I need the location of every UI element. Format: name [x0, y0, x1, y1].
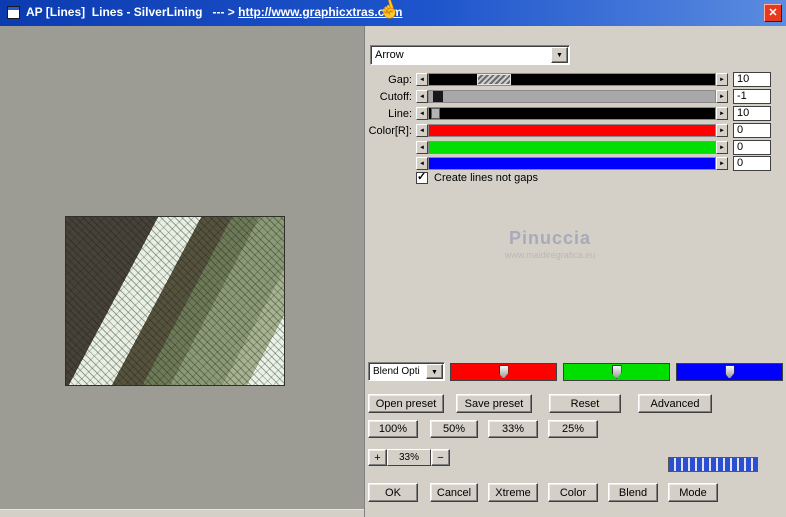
xtreme-button[interactable]: Xtreme: [488, 483, 538, 502]
window-title: AP [Lines] Lines - SilverLining --- > ht…: [26, 5, 402, 19]
slider-row-gap: Gap: ◄ ► 10: [364, 72, 774, 87]
reset-button[interactable]: Reset: [549, 394, 621, 413]
create-lines-checkbox-label: Create lines not gaps: [434, 172, 538, 184]
slider-row-color-b: ◄ ► 0: [364, 156, 774, 171]
color-b-right-arrow-button[interactable]: ►: [716, 157, 728, 170]
gap-value-field[interactable]: 10: [733, 72, 771, 87]
color-r-left-arrow-button[interactable]: ◄: [416, 124, 428, 137]
gap-left-arrow-button[interactable]: ◄: [416, 73, 428, 86]
chevron-down-icon[interactable]: ▼: [426, 364, 443, 379]
slider-row-line: Line: ◄ ► 10: [364, 106, 774, 121]
checkmark-icon: ✓: [417, 171, 427, 183]
zoom-33-button[interactable]: 33%: [488, 420, 538, 438]
color-b-left-arrow-button[interactable]: ◄: [416, 157, 428, 170]
line-right-arrow-button[interactable]: ►: [716, 107, 728, 120]
green-channel-bar[interactable]: [563, 363, 670, 381]
cutoff-slider-thumb[interactable]: [433, 91, 443, 102]
plugin-dialog-window: AP [Lines] Lines - SilverLining --- > ht…: [0, 0, 786, 517]
blue-channel-slider-thumb[interactable]: [724, 365, 735, 379]
zoom-50-button[interactable]: 50%: [430, 420, 478, 438]
advanced-button[interactable]: Advanced: [638, 394, 712, 413]
line-value-field[interactable]: 10: [733, 106, 771, 121]
shape-dropdown[interactable]: Arrow ▼: [370, 45, 570, 65]
hand-cursor-icon: ☝: [375, 0, 403, 22]
open-preset-button[interactable]: Open preset: [368, 394, 444, 413]
color-button[interactable]: Color: [548, 483, 598, 502]
watermark-name: Pinuccia: [508, 228, 592, 248]
slider-row-color-r: Color[R]: ◄ ► 0: [364, 123, 774, 138]
line-slider-label: Line:: [388, 108, 412, 120]
color-r-slider-label: Color[R]:: [368, 125, 412, 137]
zoom-100-button[interactable]: 100%: [368, 420, 418, 438]
color-g-slider-track[interactable]: [428, 141, 716, 154]
cancel-button[interactable]: Cancel: [430, 483, 478, 502]
cutoff-right-arrow-button[interactable]: ►: [716, 90, 728, 103]
red-channel-slider-thumb[interactable]: [498, 365, 509, 379]
app-icon: [7, 6, 20, 19]
progress-meter: [668, 457, 758, 472]
color-b-slider-track[interactable]: [428, 157, 716, 170]
line-left-arrow-button[interactable]: ◄: [416, 107, 428, 120]
slider-row-cutoff: Cutoff: ◄ ► -1: [364, 89, 774, 104]
dialog-bottom-frame: [0, 509, 364, 517]
chevron-down-icon[interactable]: ▼: [551, 47, 568, 63]
cutoff-slider-track[interactable]: [428, 90, 716, 103]
color-g-left-arrow-button[interactable]: ◄: [416, 141, 428, 154]
cutoff-value-field[interactable]: -1: [733, 89, 771, 104]
blue-channel-bar[interactable]: [676, 363, 783, 381]
line-slider-track[interactable]: [428, 107, 716, 120]
zoom-out-button[interactable]: −: [431, 449, 450, 466]
color-r-slider-track[interactable]: [428, 124, 716, 137]
mode-button[interactable]: Mode: [668, 483, 718, 502]
gap-right-arrow-button[interactable]: ►: [716, 73, 728, 86]
save-preset-button[interactable]: Save preset: [456, 394, 532, 413]
preview-panel: [0, 26, 364, 509]
cutoff-left-arrow-button[interactable]: ◄: [416, 90, 428, 103]
window-title-text: AP [Lines] Lines - SilverLining --- >: [26, 5, 239, 19]
cutoff-slider-label: Cutoff:: [379, 91, 412, 103]
color-r-value-field[interactable]: 0: [733, 123, 771, 138]
ok-button[interactable]: OK: [368, 483, 418, 502]
zoom-level-display: 33%: [387, 449, 431, 466]
image-preview[interactable]: [65, 216, 285, 386]
color-b-value-field[interactable]: 0: [733, 156, 771, 171]
zoom-25-button[interactable]: 25%: [548, 420, 598, 438]
zoom-in-button[interactable]: +: [368, 449, 387, 466]
blend-options-dropdown[interactable]: Blend Opti ▼: [368, 362, 445, 381]
shape-dropdown-value: Arrow: [375, 49, 404, 61]
titlebar[interactable]: AP [Lines] Lines - SilverLining --- > ht…: [0, 0, 786, 26]
gap-slider-label: Gap:: [388, 74, 412, 86]
color-g-right-arrow-button[interactable]: ►: [716, 141, 728, 154]
line-slider-thumb[interactable]: [431, 108, 440, 119]
close-button[interactable]: ✕: [764, 4, 782, 22]
blend-button[interactable]: Blend: [608, 483, 658, 502]
slider-row-color-g: ◄ ► 0: [364, 140, 774, 155]
create-lines-checkbox[interactable]: ✓: [416, 171, 428, 184]
gap-slider-thumb[interactable]: [477, 74, 511, 85]
color-r-right-arrow-button[interactable]: ►: [716, 124, 728, 137]
blend-options-dropdown-value: Blend Opti: [373, 366, 420, 377]
watermark-site: www.maidiregrafica.eu: [504, 250, 596, 260]
green-channel-slider-thumb[interactable]: [611, 365, 622, 379]
gap-slider-track[interactable]: [428, 73, 716, 86]
color-g-value-field[interactable]: 0: [733, 140, 771, 155]
red-channel-bar[interactable]: [450, 363, 557, 381]
